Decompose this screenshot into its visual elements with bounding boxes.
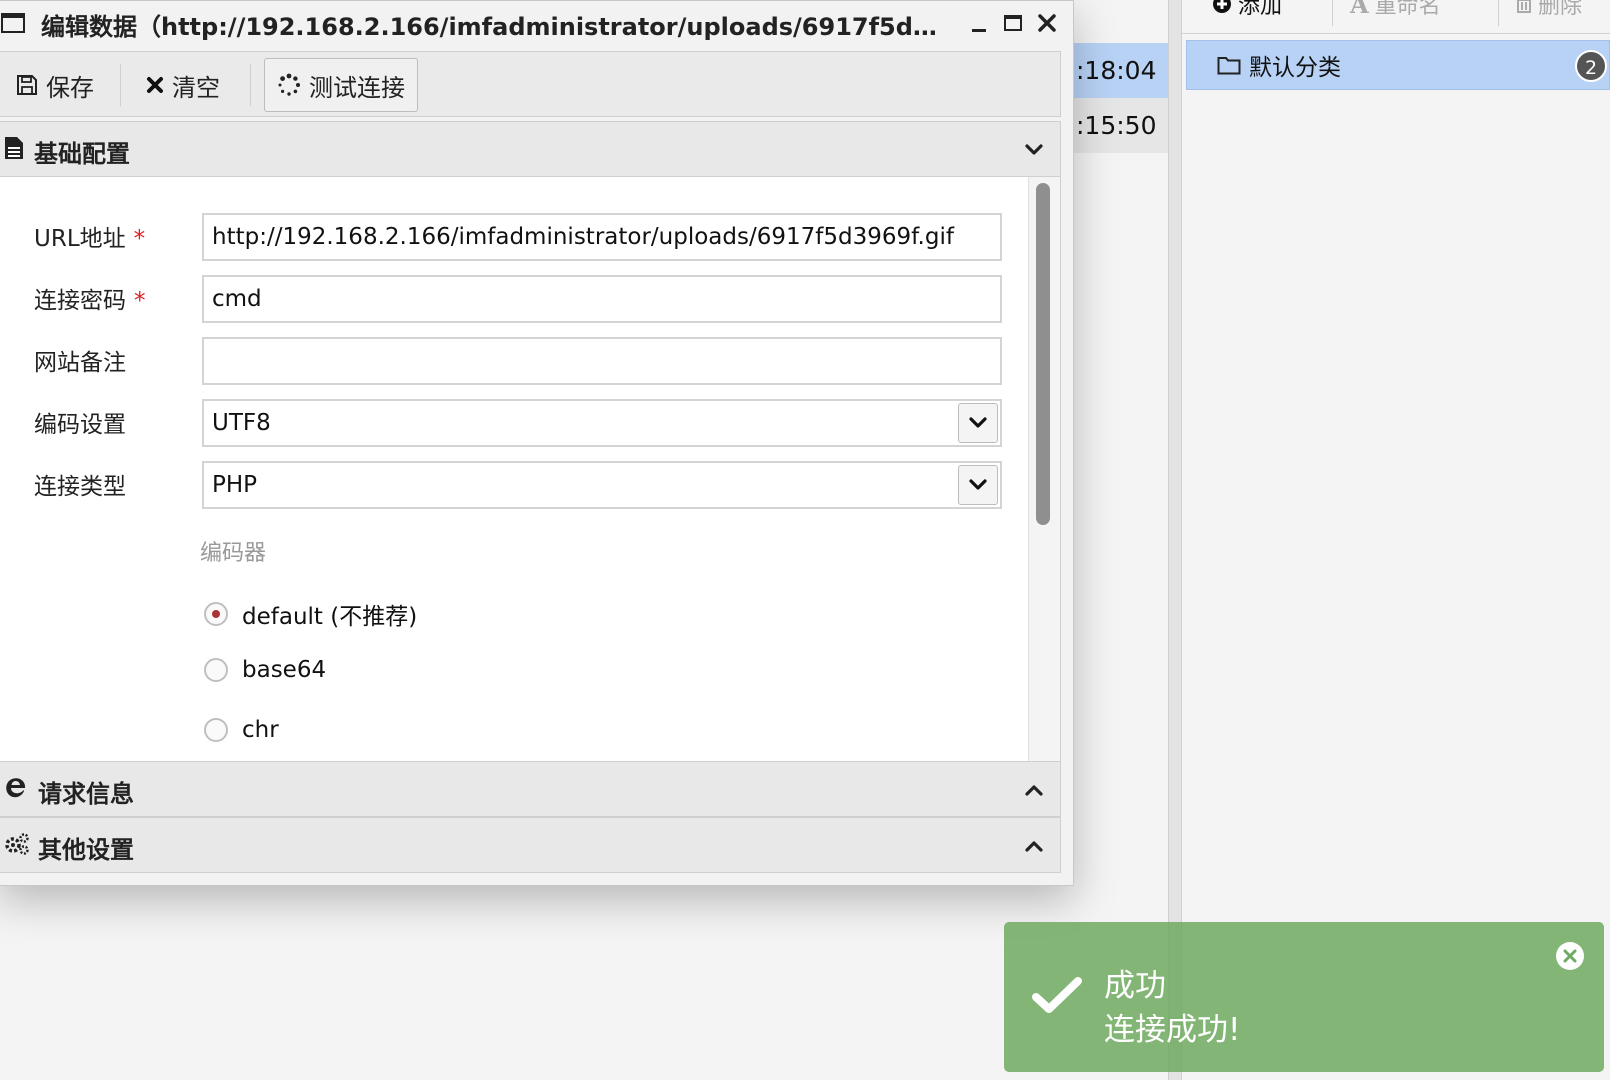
encoding-label: 编码设置 [34, 412, 126, 438]
encoder-option-label: chr [242, 717, 279, 743]
toolbar-divider [250, 64, 251, 106]
encoder-option-base64[interactable]: base64 [204, 657, 326, 683]
dialog-title: 编辑数据（http://192.168.2.166/imfadministrat… [41, 13, 951, 41]
category-panel: 添加 A 重命名 删除 默认分类 2 [1182, 0, 1610, 1080]
url-input[interactable]: http://192.168.2.166/imfadministrator/up… [202, 213, 1002, 261]
minimize-button[interactable] [965, 9, 993, 37]
section-basic-config[interactable]: 基础配置 [0, 121, 1061, 177]
category-count-badge: 2 [1575, 50, 1607, 82]
save-button[interactable]: 保存 [4, 58, 106, 112]
section-other-settings-title: 其他设置 [38, 836, 134, 864]
save-label: 保存 [46, 73, 94, 102]
rename-category-button[interactable]: A 重命名 [1350, 0, 1441, 20]
category-label: 默认分类 [1249, 55, 1341, 81]
add-category-label: 添加 [1238, 0, 1283, 19]
success-toast: 成功 连接成功! [1004, 922, 1604, 1072]
connection-type-label: 连接类型 [34, 474, 126, 500]
list-item-time: :15:50 [1076, 111, 1157, 140]
required-mark: * [134, 288, 146, 314]
folder-icon [1217, 55, 1241, 75]
category-item-default[interactable]: 默认分类 2 [1186, 40, 1610, 90]
chevron-down-icon [969, 479, 987, 490]
toolbar-divider [1498, 0, 1499, 26]
save-icon [16, 74, 38, 96]
encoding-value: UTF8 [212, 410, 271, 436]
chevron-up-icon [1024, 780, 1044, 800]
password-input[interactable]: cmd [202, 275, 1002, 323]
site-note-input[interactable] [202, 337, 1002, 385]
encoder-option-label: default (不推荐) [242, 604, 418, 630]
minimize-icon [972, 29, 986, 32]
section-other-settings[interactable]: 其他设置 [0, 817, 1061, 873]
scrollbar-thumb[interactable] [1036, 183, 1050, 525]
toast-message: 连接成功! [1104, 1012, 1241, 1048]
basic-config-form: URL地址 * http://192.168.2.166/imfadministr… [0, 177, 1061, 761]
toast-close-button[interactable] [1556, 942, 1584, 970]
radio-button[interactable] [204, 658, 228, 682]
chevron-up-icon [1024, 836, 1044, 856]
trash-icon [1516, 0, 1532, 13]
test-connection-label: 测试连接 [309, 73, 405, 102]
chevron-down-icon [1024, 140, 1044, 160]
clear-icon [146, 76, 164, 94]
section-request-info[interactable]: 请求信息 [0, 761, 1061, 817]
test-connection-button[interactable]: 测试连接 [264, 58, 418, 112]
panel-splitter[interactable] [1168, 0, 1182, 1080]
site-note-label: 网站备注 [34, 350, 126, 376]
encoding-select[interactable]: UTF8 [202, 399, 1002, 447]
clear-label: 清空 [172, 73, 220, 102]
spinner-icon [277, 73, 301, 97]
ie-icon [4, 774, 28, 800]
maximize-icon [1004, 15, 1022, 31]
connection-type-select[interactable]: PHP [202, 461, 1002, 509]
category-toolbar: 添加 A 重命名 删除 [1182, 0, 1610, 34]
section-basic-config-title: 基础配置 [34, 140, 130, 168]
toolbar-divider [1332, 0, 1333, 26]
encoder-caption: 编码器 [200, 541, 267, 566]
password-label: 连接密码 * [34, 288, 146, 314]
section-request-info-title: 请求信息 [38, 780, 134, 808]
radio-button[interactable] [204, 718, 228, 742]
gears-icon [4, 832, 30, 856]
required-mark: * [133, 226, 146, 252]
check-icon [1032, 976, 1082, 1016]
delete-category-label: 删除 [1538, 0, 1583, 19]
maximize-button[interactable] [999, 9, 1027, 37]
radio-button[interactable] [204, 602, 228, 626]
add-category-button[interactable]: 添加 [1212, 0, 1282, 20]
dialog-title-bar[interactable]: 编辑数据（http://192.168.2.166/imfadministrat… [0, 1, 1073, 45]
list-item-time: :18:04 [1076, 56, 1157, 85]
chevron-down-icon [969, 417, 987, 428]
toast-title: 成功 [1104, 968, 1166, 1004]
rename-icon: A [1350, 0, 1369, 19]
close-button[interactable] [1033, 9, 1061, 37]
edit-data-dialog: 编辑数据（http://192.168.2.166/imfadministrat… [0, 0, 1074, 886]
dialog-toolbar: 保存 清空 测试连接 [0, 51, 1061, 117]
encoder-option-chr[interactable]: chr [204, 717, 279, 743]
rename-category-label: 重命名 [1374, 0, 1441, 19]
window-icon [1, 13, 25, 33]
plus-circle-icon [1212, 0, 1232, 14]
connection-type-value: PHP [212, 472, 258, 498]
clear-button[interactable]: 清空 [134, 58, 232, 112]
url-label: URL地址 * [34, 226, 146, 252]
close-icon [1038, 14, 1056, 32]
document-icon [4, 136, 24, 160]
encoder-option-default[interactable]: default (不推荐) [204, 597, 417, 631]
delete-category-button[interactable]: 删除 [1516, 0, 1582, 20]
toast-close-icon [1563, 949, 1577, 963]
encoder-option-label: base64 [242, 657, 327, 683]
connection-type-dropdown-button[interactable] [958, 465, 998, 505]
toolbar-divider [120, 64, 121, 106]
encoding-dropdown-button[interactable] [958, 403, 998, 443]
